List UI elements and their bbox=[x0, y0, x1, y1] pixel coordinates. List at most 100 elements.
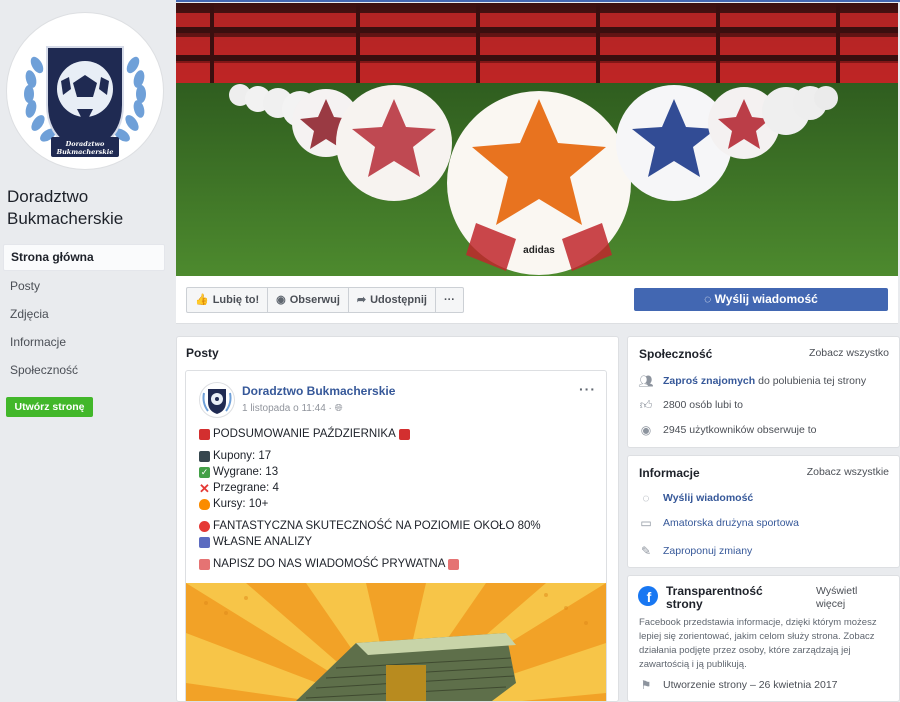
post-image[interactable] bbox=[186, 583, 606, 701]
headline-text: PODSUMOWANIE PAŹDZIERNIKA bbox=[213, 428, 396, 440]
globe-icon: 🌐︎ bbox=[334, 403, 343, 414]
invite-text: Zaproś znajomych do polubienia tej stron… bbox=[663, 375, 866, 387]
nav-item-photos[interactable]: Zdjęcia bbox=[3, 302, 165, 327]
inbox-icon bbox=[448, 558, 460, 570]
post-line-headline: PODSUMOWANIE PAŹDZIERNIKA bbox=[199, 426, 599, 442]
contact-text: NAPISZ DO NAS WIADOMOŚĆ PRYWATNA bbox=[213, 558, 446, 570]
red-fez-icon bbox=[199, 428, 210, 440]
info-category-link[interactable]: Amatorska drużyna sportowa bbox=[663, 517, 799, 529]
transparency-description: Facebook przedstawia informacje, dzięki … bbox=[639, 617, 877, 670]
post-author-avatar[interactable] bbox=[199, 382, 235, 418]
svg-text:Doradztwo: Doradztwo bbox=[65, 140, 105, 148]
share-label: Udostępnij bbox=[370, 294, 427, 306]
thumbs-up-icon: 👍︎ bbox=[639, 397, 653, 412]
post-line-effectiveness: FANTASTYCZNA SKUTECZNOŚĆ NA POZIOMIE OKO… bbox=[199, 518, 599, 534]
post-line-odds: Kursy: 10+ bbox=[199, 496, 599, 512]
likes-count-text: 2800 osób lubi to bbox=[663, 399, 743, 411]
create-page-button[interactable]: Utwórz stronę bbox=[6, 397, 93, 417]
post-line-analysis: WŁASNE ANALIZY bbox=[199, 534, 599, 550]
wins-text: Wygrane: 13 bbox=[213, 466, 279, 478]
invite-friends-link[interactable]: Zaproś znajomych bbox=[663, 375, 755, 387]
people-icon: 👥︎ bbox=[638, 374, 654, 388]
page-created-row: ⚑ Utworzenie strony – 26 kwietnia 2017 bbox=[639, 675, 838, 695]
transparency-card: f Transparentność strony Wyświetl więcej… bbox=[627, 575, 900, 702]
post-author-name[interactable]: Doradztwo Bukmacherskie bbox=[242, 384, 395, 398]
post-line-wins: ✓ Wygrane: 13 bbox=[199, 464, 599, 480]
send-message-label: Wyślij wiadomość bbox=[714, 292, 818, 306]
action-button-group: 👍 Lubię to! ◉ Obserwuj ➦ Udostępnij ··· bbox=[186, 287, 464, 313]
svg-text:adidas: adidas bbox=[523, 245, 555, 256]
svg-text:f: f bbox=[647, 589, 652, 605]
nav-item-about[interactable]: Informacje bbox=[3, 330, 165, 355]
invite-friends-row: 👥︎ Zaproś znajomych do polubienia tej st… bbox=[638, 371, 866, 391]
page-nav: Strona główna Posty Zdjęcia Informacje S… bbox=[3, 244, 165, 386]
follow-label: Obserwuj bbox=[289, 294, 340, 306]
community-title: Społeczność bbox=[639, 347, 713, 361]
info-card: Informacje Zobacz wszystkie ◌ Wyślij wia… bbox=[627, 455, 900, 568]
send-message-button[interactable]: ◌ Wyślij wiadomość bbox=[634, 288, 888, 311]
invite-rest-text: do polubienia tej strony bbox=[758, 375, 867, 387]
messenger-icon: ◌ bbox=[704, 292, 712, 306]
info-suggest-row: ✎ Zaproponuj zmiany bbox=[639, 541, 752, 561]
share-button[interactable]: ➦ Udostępnij bbox=[349, 288, 436, 312]
community-card: Społeczność Zobacz wszystko 👥︎ Zaproś zn… bbox=[627, 336, 900, 448]
follow-button[interactable]: ◉ Obserwuj bbox=[268, 288, 349, 312]
facebook-icon: f bbox=[638, 586, 658, 606]
check-mark-icon: ✓ bbox=[199, 466, 210, 478]
analysis-text: WŁASNE ANALIZY bbox=[213, 536, 313, 548]
stadium-balls-image: adidas bbox=[176, 3, 898, 276]
post-text: PODSUMOWANIE PAŹDZIERNIKA Kupony: 17 ✓ W… bbox=[199, 426, 599, 572]
post-time-text: 1 listopada o 11:44 · bbox=[242, 403, 332, 414]
share-arrow-icon: ➦ bbox=[356, 294, 367, 306]
nav-item-community[interactable]: Społeczność bbox=[3, 358, 165, 383]
info-send-message-link[interactable]: Wyślij wiadomość bbox=[663, 492, 753, 504]
inbox-icon bbox=[199, 558, 210, 570]
transparency-show-more-link[interactable]: Wyświetl więcej bbox=[816, 585, 880, 611]
effectiveness-text: FANTASTYCZNA SKUTECZNOŚĆ NA POZIOMIE OKO… bbox=[213, 520, 541, 532]
rss-icon: ◉ bbox=[640, 423, 652, 437]
nav-item-posts[interactable]: Posty bbox=[3, 274, 165, 299]
like-button[interactable]: 👍 Lubię to! bbox=[187, 288, 269, 312]
post-timestamp[interactable]: 1 listopada o 11:44 · 🌐︎ bbox=[242, 403, 343, 414]
info-message-row: ◌ Wyślij wiadomość bbox=[639, 488, 753, 508]
followers-row: ◉ 2945 użytkowników obserwuje to bbox=[639, 420, 817, 440]
posts-title: Posty bbox=[186, 346, 219, 360]
posts-section: Posty Doradztwo Bukmacherskie 1 listopad… bbox=[176, 336, 619, 702]
target-icon bbox=[199, 520, 210, 532]
team-logo-small-icon bbox=[202, 389, 232, 414]
svg-text:Bukmacherskie: Bukmacherskie bbox=[56, 148, 114, 156]
post-line-contact: NAPISZ DO NAS WIADOMOŚĆ PRYWATNA bbox=[199, 556, 599, 572]
rss-icon: ◉ bbox=[276, 294, 286, 306]
post-line-losses: ✕ Przegrane: 4 bbox=[199, 480, 599, 496]
messenger-icon: ◌ bbox=[642, 491, 650, 505]
flag-icon: ⚑ bbox=[640, 678, 652, 692]
page-name[interactable]: Doradztwo Bukmacherskie bbox=[7, 186, 167, 230]
pencil-icon: ✎ bbox=[640, 544, 652, 558]
more-button[interactable]: ··· bbox=[436, 288, 463, 312]
post-options-button[interactable]: ··· bbox=[579, 381, 596, 397]
black-square-icon bbox=[199, 450, 210, 462]
fire-icon bbox=[199, 498, 210, 510]
page-avatar[interactable]: Doradztwo Bukmacherskie bbox=[6, 12, 164, 170]
info-category-row: ▭ Amatorska drużyna sportowa bbox=[639, 513, 799, 533]
page-created-text: Utworzenie strony – 26 kwietnia 2017 bbox=[663, 679, 838, 691]
comic-money-stack-image bbox=[186, 583, 606, 701]
post-line-coupons: Kupony: 17 bbox=[199, 448, 599, 464]
likes-row: 👍︎ 2800 osób lubi to bbox=[639, 395, 743, 415]
post-card: Doradztwo Bukmacherskie 1 listopada o 11… bbox=[185, 370, 607, 701]
community-see-all-link[interactable]: Zobacz wszystko bbox=[809, 347, 889, 359]
cover-photo[interactable]: adidas bbox=[176, 3, 898, 276]
transparency-title: Transparentność strony bbox=[666, 584, 763, 611]
nav-item-home[interactable]: Strona główna bbox=[3, 244, 165, 271]
info-title: Informacje bbox=[639, 466, 700, 480]
page-action-bar: 👍 Lubię to! ◉ Obserwuj ➦ Udostępnij ··· … bbox=[176, 276, 898, 324]
cross-mark-icon: ✕ bbox=[199, 480, 210, 496]
odds-text: Kursy: 10+ bbox=[213, 498, 269, 510]
thumbs-up-icon: 👍 bbox=[195, 294, 209, 306]
card-icon: ▭ bbox=[640, 516, 652, 530]
suggest-edits-link[interactable]: Zaproponuj zmiany bbox=[663, 545, 752, 557]
like-label: Lubię to! bbox=[212, 294, 260, 306]
chart-icon bbox=[199, 536, 210, 548]
info-see-all-link[interactable]: Zobacz wszystkie bbox=[807, 466, 889, 478]
losses-text: Przegrane: 4 bbox=[213, 482, 279, 494]
